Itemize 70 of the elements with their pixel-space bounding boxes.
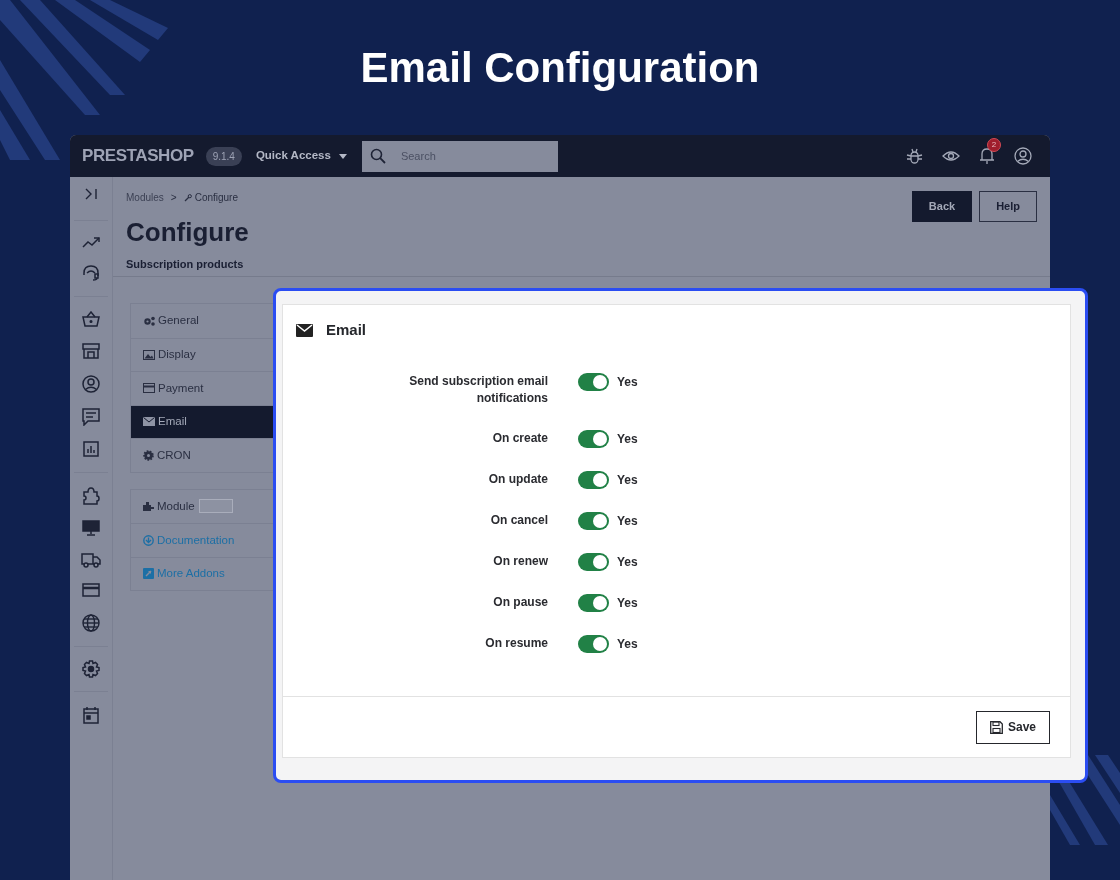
notification-badge: 2: [987, 138, 1001, 152]
store-icon[interactable]: [82, 343, 100, 359]
page-heading: Configure: [126, 216, 249, 249]
truck-icon[interactable]: [81, 552, 101, 568]
field-label: On update: [487, 471, 548, 488]
panel-title: Email: [326, 319, 367, 340]
field-label: On cancel: [489, 512, 548, 529]
chart-icon[interactable]: [83, 441, 99, 457]
field-label: On resume: [484, 635, 548, 652]
user-icon[interactable]: [1014, 147, 1032, 165]
toggle-switch[interactable]: [578, 373, 609, 391]
puzzle-icon: [143, 501, 154, 512]
gear-icon: [143, 449, 154, 461]
breadcrumb-separator: >: [170, 191, 177, 205]
search-icon: [369, 147, 386, 164]
redaction-box: [198, 499, 233, 514]
toggle-label: Yes: [617, 636, 638, 653]
toggle-label: Yes: [617, 554, 638, 571]
card-icon[interactable]: [82, 583, 100, 597]
download-icon: [143, 534, 154, 546]
headset-icon[interactable]: [82, 264, 100, 282]
envelope-icon: [296, 323, 313, 337]
page-title: Email Configuration: [360, 43, 760, 93]
expand-icon[interactable]: [84, 188, 98, 200]
field-label: Send subscription email notifications: [408, 373, 548, 407]
wrench-icon: [183, 193, 192, 202]
field-label: On pause: [492, 594, 548, 611]
toggle-label: Yes: [617, 431, 638, 448]
bell-icon[interactable]: [979, 147, 995, 165]
external-link-icon: [143, 568, 154, 580]
basket-icon[interactable]: [82, 311, 100, 327]
page-subtitle: Subscription products: [126, 257, 245, 272]
eye-icon[interactable]: [942, 149, 960, 163]
save-button[interactable]: Save: [975, 710, 1050, 744]
envelope-icon: [143, 417, 155, 427]
toggle-label: Yes: [617, 374, 638, 391]
toggle-switch[interactable]: [578, 512, 609, 530]
toggle-label: Yes: [617, 513, 638, 530]
card-icon: [143, 383, 155, 394]
image-icon: [143, 349, 155, 360]
toggle-label: Yes: [617, 595, 638, 612]
version-badge: 9.1.4: [205, 146, 242, 166]
logo[interactable]: PRESTASHOP: [82, 143, 194, 169]
calendar-icon[interactable]: [83, 706, 99, 724]
globe-icon[interactable]: [82, 614, 100, 632]
toggle-switch[interactable]: [578, 471, 609, 489]
search-field[interactable]: Search: [361, 140, 558, 172]
gears-icon: [143, 315, 155, 326]
module-label: Module: [157, 498, 195, 514]
toggle-switch[interactable]: [578, 430, 609, 448]
toggle-switch[interactable]: [578, 594, 609, 612]
quick-access-dropdown[interactable]: Quick Access: [255, 147, 347, 165]
field-label: On create: [491, 430, 548, 447]
monitor-icon[interactable]: [82, 520, 100, 536]
save-icon: [989, 720, 1003, 734]
chat-icon[interactable]: [82, 408, 100, 426]
caret-icon: [338, 153, 347, 159]
field-label: On renew: [492, 553, 548, 570]
toggle-switch[interactable]: [578, 553, 609, 571]
puzzle-icon[interactable]: [82, 487, 100, 505]
trend-icon[interactable]: [82, 236, 100, 248]
breadcrumb-link[interactable]: Configure: [183, 190, 238, 205]
bug-icon[interactable]: [906, 147, 923, 165]
back-button[interactable]: Back: [911, 191, 973, 222]
breadcrumb-link[interactable]: Modules: [126, 190, 164, 205]
settings-icon[interactable]: [82, 660, 100, 678]
help-button[interactable]: Help: [979, 191, 1037, 222]
toggle-label: Yes: [617, 472, 638, 489]
user-icon[interactable]: [82, 375, 100, 393]
toggle-switch[interactable]: [578, 635, 609, 653]
